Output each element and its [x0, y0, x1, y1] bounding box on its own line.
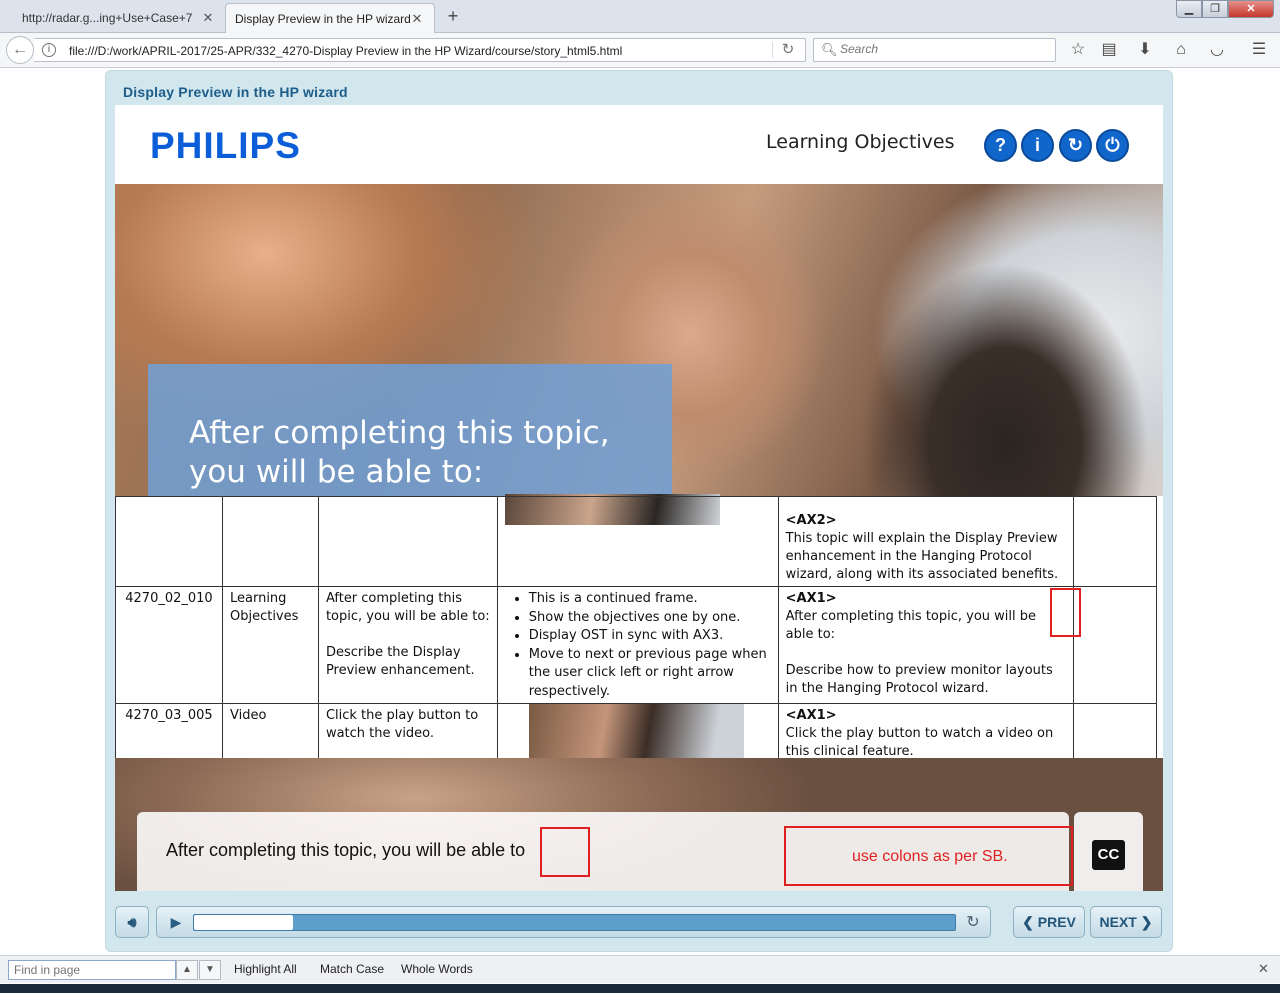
info-button[interactable]: i: [1021, 129, 1054, 162]
whole-words-toggle[interactable]: Whole Words: [401, 962, 473, 976]
tab-radar[interactable]: http://radar.g...ing+Use+Case+7 ✕: [0, 3, 225, 33]
audio-tag: <AX1>: [785, 708, 837, 723]
objectives-overlay: After completing this topic, you will be…: [148, 364, 672, 498]
replay-button[interactable]: ↻: [1059, 129, 1092, 162]
slide-header: PHILIPS Learning Objectives ? i ↻ ⏻: [115, 105, 1163, 184]
tab-display-preview[interactable]: Display Preview in the HP wizard ✕: [225, 3, 435, 33]
search-bar[interactable]: 🔍︎: [813, 38, 1056, 62]
url-divider: [772, 42, 773, 58]
audio-text: This topic will explain the Display Prev…: [785, 531, 1059, 582]
caption-text: After completing this topic, you will be…: [166, 840, 526, 860]
audio-text: Describe how to preview monitor layouts …: [785, 663, 1053, 696]
prev-label: PREV: [1037, 914, 1076, 930]
match-case-toggle[interactable]: Match Case: [320, 962, 384, 976]
storyboard-table: <AX2> This topic will explain the Displa…: [115, 494, 1157, 771]
nav-bar: ← i file:///D:/work/APRIL-2017/25-APR/33…: [0, 33, 1280, 68]
table-cell: 4270_02_010: [115, 586, 223, 704]
find-input[interactable]: [8, 960, 176, 980]
restore-window-button[interactable]: ❐: [1202, 0, 1228, 18]
overlay-text: After completing this topic, you will be…: [189, 415, 610, 490]
minimize-window-button[interactable]: ▁: [1176, 0, 1202, 18]
close-find-icon[interactable]: ✕: [1258, 961, 1269, 977]
list-item: Move to next or previous page when the u…: [529, 646, 771, 702]
ost-text: After completing this topic, you will be…: [325, 591, 490, 624]
replay-icon[interactable]: ↻: [963, 913, 983, 933]
annotation-highlight-box: [1050, 588, 1081, 637]
table-row: 4270_02_010 Learning Objectives After co…: [115, 586, 1157, 704]
close-tab-icon[interactable]: ✕: [410, 11, 424, 27]
page-info-icon[interactable]: i: [42, 43, 56, 57]
table-row: <AX2> This topic will explain the Displa…: [115, 494, 1157, 587]
table-cell: [496, 494, 779, 587]
philips-logo: PHILIPS: [150, 125, 301, 166]
find-bar: ▲ ▼ Highlight All Match Case Whole Words…: [0, 955, 1280, 983]
closed-caption-panel: CC: [1074, 812, 1143, 891]
slide: PHILIPS Learning Objectives ? i ↻ ⏻ Afte…: [115, 105, 1163, 891]
search-icon: 🔍︎: [821, 42, 838, 57]
audio-text: Click the play button to watch a video o…: [785, 726, 1054, 759]
audio-text: After completing this topic, you will be…: [785, 609, 1037, 642]
tab-label: http://radar.g...ing+Use+Case+7: [22, 11, 193, 25]
table-cell: Learning Objectives: [221, 586, 319, 704]
reload-icon[interactable]: ↻: [779, 41, 797, 59]
slide-heading: Learning Objectives: [766, 131, 955, 153]
ost-text: Describe the Display Preview enhancement…: [325, 645, 475, 678]
bookmark-star-icon[interactable]: ☆: [1067, 40, 1089, 60]
reading-list-icon[interactable]: ▤: [1098, 40, 1120, 60]
audio-tag: <AX2>: [785, 513, 837, 528]
table-cell: After completing this topic, you will be…: [317, 586, 498, 704]
annotation-comment: use colons as per SB.: [784, 826, 1073, 886]
thumbnail-image: [504, 494, 720, 525]
downloads-icon[interactable]: ⬇: [1134, 40, 1156, 60]
hero-photo: After completing this topic, you will be…: [115, 184, 1163, 498]
close-tab-icon[interactable]: ✕: [201, 10, 215, 26]
list-item: Display OST in sync with AX3.: [529, 627, 771, 646]
url-text: file:///D:/work/APRIL-2017/25-APR/332_42…: [69, 44, 623, 58]
find-previous-icon[interactable]: ▲: [176, 960, 198, 980]
list-item: This is a continued frame.: [529, 590, 771, 609]
taskbar: [0, 984, 1280, 993]
list-item: Show the objectives one by one.: [529, 609, 771, 628]
menu-icon[interactable]: ☰: [1248, 40, 1270, 60]
annotation-highlight-box: [540, 827, 590, 877]
next-label: NEXT: [1099, 914, 1137, 930]
tab-label: Display Preview in the HP wizard: [235, 11, 410, 26]
table-cell: [1073, 496, 1157, 587]
prev-button[interactable]: ❮ PREV: [1013, 906, 1085, 938]
audio-tag: <AX1>: [785, 591, 837, 606]
table-cell: [221, 496, 319, 587]
progress-fill: [194, 915, 293, 930]
seekbar[interactable]: ▶ ↻: [156, 906, 991, 938]
exit-button[interactable]: ⏻: [1096, 129, 1129, 162]
url-bar[interactable]: i file:///D:/work/APRIL-2017/25-APR/332_…: [34, 38, 806, 62]
table-cell: <AX2> This topic will explain the Displa…: [777, 496, 1075, 587]
highlight-all-toggle[interactable]: Highlight All: [234, 962, 297, 976]
volume-button[interactable]: 🔊︎: [115, 906, 149, 938]
next-button[interactable]: NEXT ❯: [1090, 906, 1162, 938]
play-icon[interactable]: ▶: [167, 913, 185, 931]
find-next-icon[interactable]: ▼: [199, 960, 221, 980]
tab-bar: http://radar.g...ing+Use+Case+7 ✕ Displa…: [0, 0, 1280, 33]
closed-caption-icon[interactable]: CC: [1092, 840, 1125, 870]
pocket-icon[interactable]: ◡: [1206, 40, 1228, 60]
new-tab-icon[interactable]: +: [443, 5, 463, 27]
back-button[interactable]: ←: [6, 36, 34, 64]
help-button[interactable]: ?: [984, 129, 1017, 162]
close-window-button[interactable]: ✕: [1228, 0, 1274, 18]
progress-track[interactable]: [193, 914, 956, 931]
table-cell: [115, 496, 223, 587]
table-cell: [317, 496, 498, 587]
annotation-comment-text: use colons as per SB.: [852, 848, 1008, 865]
search-input[interactable]: [840, 42, 1040, 56]
home-icon[interactable]: ⌂: [1170, 40, 1192, 60]
table-cell: [1073, 586, 1157, 704]
table-cell: <AX1> After completing this topic, you w…: [777, 586, 1075, 704]
course-title: Display Preview in the HP wizard: [123, 84, 348, 100]
table-cell: This is a continued frame. Show the obje…: [496, 586, 779, 704]
